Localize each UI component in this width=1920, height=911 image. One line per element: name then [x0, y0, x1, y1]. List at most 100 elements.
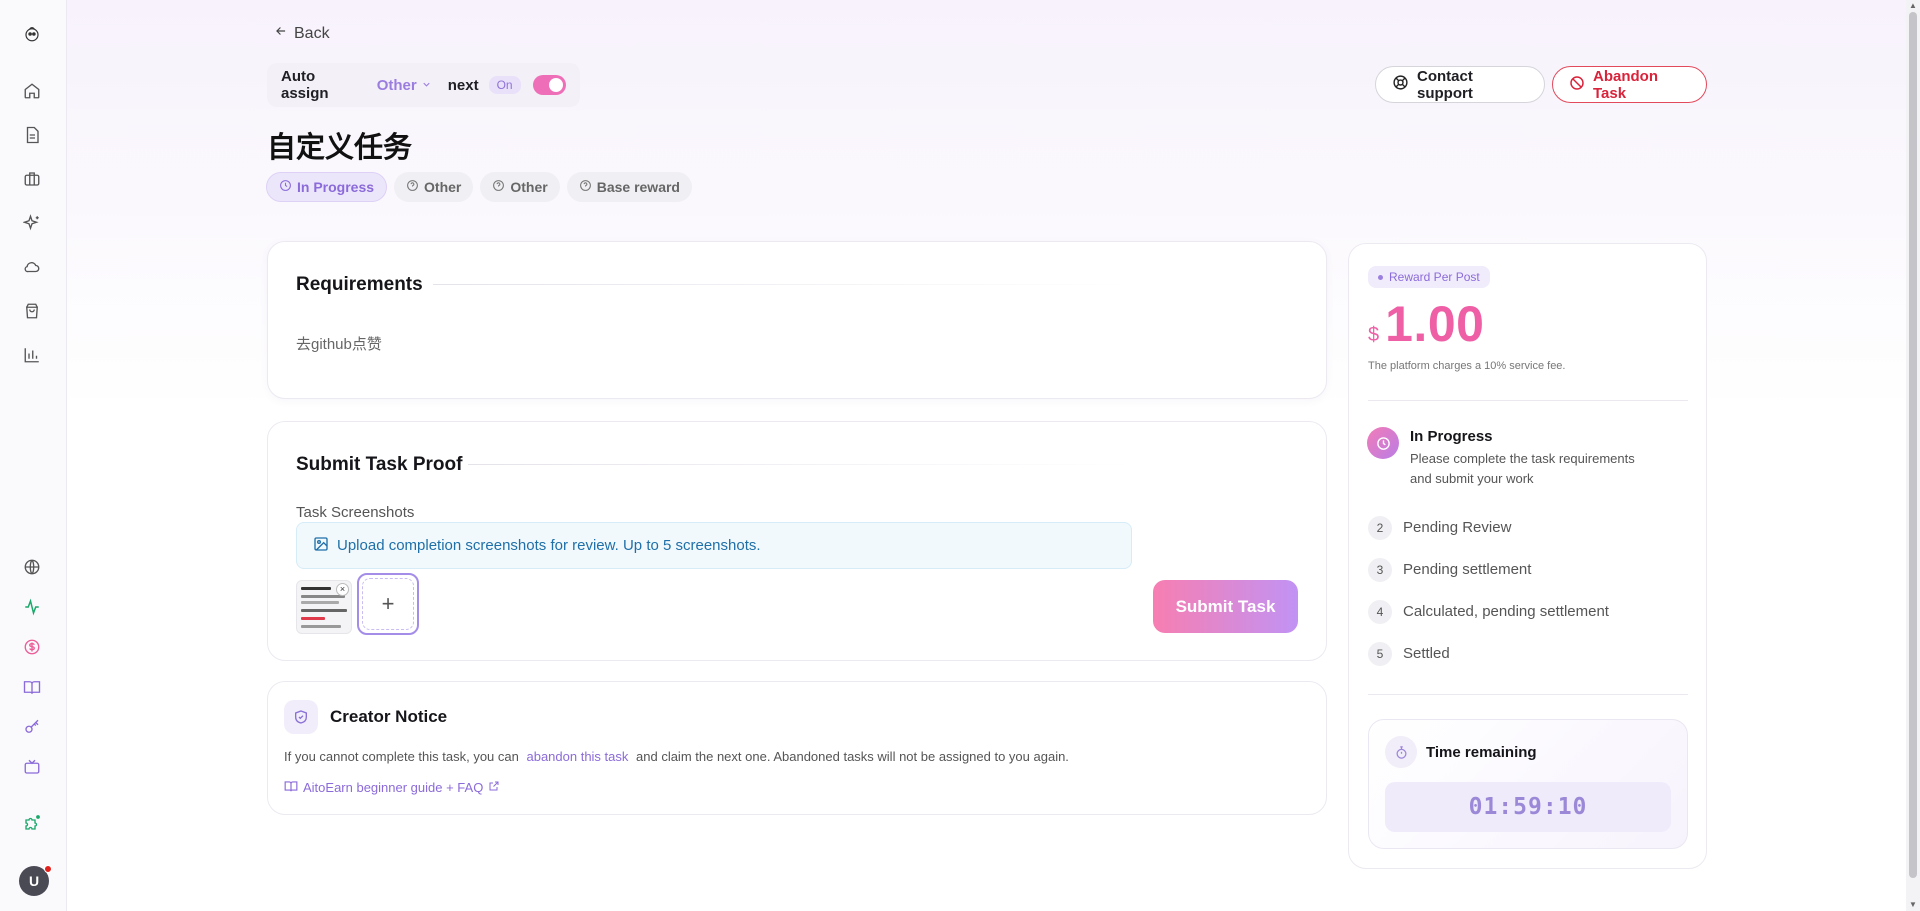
auto-assign-selected: Other: [376, 76, 417, 94]
clock-icon: [1367, 427, 1399, 459]
tag-other: Other: [480, 172, 560, 202]
briefcase-icon[interactable]: [21, 168, 43, 190]
reward-badge-label: Reward Per Post: [1389, 270, 1480, 284]
cloud-icon[interactable]: [21, 256, 43, 278]
book-icon[interactable]: [21, 676, 43, 698]
tag-label: In Progress: [297, 179, 375, 195]
task-tags: In Progress Other Other Base reward: [266, 172, 692, 202]
toggle-status: On: [488, 76, 521, 94]
reward-value: 1.00: [1385, 296, 1485, 352]
step-number: 5: [1368, 642, 1392, 666]
auto-assign-select[interactable]: Other: [377, 77, 432, 94]
step-number: 3: [1368, 558, 1392, 582]
divider: [1368, 400, 1688, 401]
submit-proof-title: Submit Task Proof: [296, 454, 463, 475]
screenshot-thumbnail[interactable]: ×: [296, 580, 352, 634]
step-label: Calculated, pending settlement: [1403, 603, 1609, 620]
screenshots-label: Task Screenshots: [296, 504, 415, 521]
tag-label: Base reward: [596, 179, 680, 195]
timer-icon: [1385, 736, 1417, 768]
page-scrollbar[interactable]: ▲ ▼: [1906, 0, 1920, 911]
step-pending-settlement: 3 Pending settlement: [1368, 558, 1531, 582]
beginner-guide-link[interactable]: AitoEarn beginner guide + FAQ: [284, 779, 500, 796]
scroll-down-icon[interactable]: ▼: [1908, 900, 1918, 910]
activity-icon[interactable]: [21, 596, 43, 618]
avatar-initial: U: [28, 873, 40, 889]
auto-assign-bar: Auto assign Other next On: [267, 63, 580, 107]
add-screenshot-button[interactable]: +: [357, 573, 419, 635]
notice-text-after: and claim the next one. Abandoned tasks …: [636, 749, 1069, 764]
fee-note: The platform charges a 10% service fee.: [1368, 360, 1566, 372]
divider: [433, 284, 1133, 285]
tag-label: Other: [510, 179, 548, 195]
book-open-icon: [284, 779, 298, 796]
time-remaining-label: Time remaining: [1426, 744, 1537, 761]
ban-icon: [1569, 75, 1585, 95]
key-icon[interactable]: [21, 716, 43, 738]
puzzle-icon[interactable]: [21, 812, 43, 834]
contact-support-button[interactable]: Contact support: [1375, 66, 1545, 103]
tag-base-reward: Base reward: [566, 172, 692, 202]
reward-amount: $ 1.00: [1368, 295, 1484, 353]
creator-notice-card: Creator Notice If you cannot complete th…: [267, 681, 1327, 815]
divider: [468, 464, 1133, 465]
shield-icon: [284, 700, 318, 734]
notification-dot: [44, 865, 52, 873]
step-label: Pending settlement: [1403, 561, 1532, 578]
step-description: Please complete the task requirements an…: [1410, 451, 1635, 486]
remove-screenshot-button[interactable]: ×: [336, 583, 349, 596]
step-label: In Progress: [1410, 428, 1493, 445]
guide-label: AitoEarn beginner guide + FAQ: [303, 780, 484, 795]
time-remaining-box: Time remaining 01:59:10: [1368, 719, 1688, 849]
sparkle-icon[interactable]: [21, 212, 43, 234]
requirements-card: Requirements 去github点赞: [267, 241, 1327, 399]
page-title: 自定义任务: [267, 132, 413, 164]
step-calculated: 4 Calculated, pending settlement: [1368, 600, 1609, 624]
plus-icon: +: [362, 578, 414, 630]
step-settled: 5 Settled: [1368, 642, 1450, 666]
next-label: next: [447, 76, 479, 94]
tv-icon[interactable]: [21, 756, 43, 778]
abandon-task-link[interactable]: abandon this task: [526, 749, 628, 764]
external-link-icon: [488, 780, 500, 795]
submit-task-button[interactable]: Submit Task: [1153, 580, 1298, 633]
reward-badge: Reward Per Post: [1368, 266, 1490, 288]
avatar[interactable]: U: [19, 865, 52, 896]
notice-text: If you cannot complete this task, you ca…: [284, 749, 1069, 764]
auto-assign-label: Auto assign: [281, 68, 329, 102]
clock-icon: [279, 179, 292, 195]
image-icon: [313, 536, 329, 556]
reward-status-card: Reward Per Post $ 1.00 The platform char…: [1348, 243, 1707, 869]
abandon-task-button[interactable]: Abandon Task: [1552, 66, 1707, 103]
notice-text-before: If you cannot complete this task, you ca…: [284, 749, 519, 764]
requirements-title: Requirements: [296, 274, 423, 295]
requirements-text: 去github点赞: [296, 336, 382, 353]
auto-assign-toggle[interactable]: [532, 75, 566, 95]
step-in-progress: In Progress Please complete the task req…: [1367, 427, 1640, 489]
home-icon[interactable]: [21, 80, 43, 102]
reward-currency: $: [1368, 324, 1380, 346]
step-label: Pending Review: [1403, 519, 1512, 536]
dollar-icon[interactable]: [21, 636, 43, 658]
upload-info-banner: Upload completion screenshots for review…: [296, 522, 1132, 569]
logo-icon[interactable]: [21, 23, 43, 45]
document-icon[interactable]: [21, 124, 43, 146]
tag-other: Other: [394, 172, 474, 202]
scroll-up-icon[interactable]: ▲: [1908, 1, 1918, 11]
notice-title: Creator Notice: [330, 707, 448, 726]
support-icon: [1392, 74, 1409, 95]
tag-in-progress: In Progress: [266, 172, 388, 202]
shopping-bag-icon[interactable]: [21, 300, 43, 322]
help-circle-icon: [492, 179, 505, 195]
step-label: Settled: [1403, 645, 1450, 662]
time-remaining-value: 01:59:10: [1385, 782, 1671, 832]
bar-chart-icon[interactable]: [21, 344, 43, 366]
globe-icon[interactable]: [21, 556, 43, 578]
back-label: Back: [294, 24, 330, 42]
step-number: 4: [1368, 600, 1392, 624]
help-circle-icon: [579, 179, 592, 195]
chevron-down-icon: [421, 77, 432, 94]
dot-icon: [1378, 274, 1383, 280]
back-button[interactable]: Back: [274, 24, 330, 43]
scroll-thumb[interactable]: [1909, 12, 1917, 878]
